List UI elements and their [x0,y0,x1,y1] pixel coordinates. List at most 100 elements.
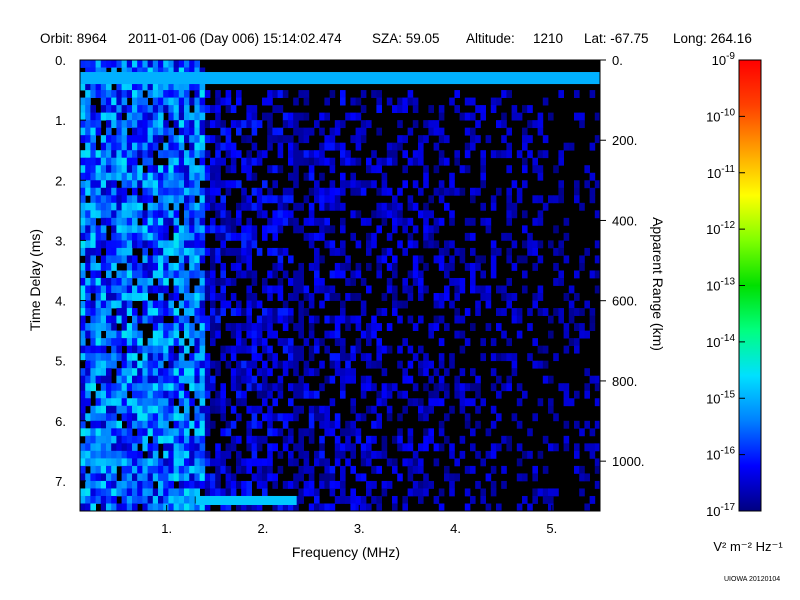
heatmap-cell [407,127,414,136]
heatmap-cell [371,150,377,159]
heatmap-cell [262,360,268,369]
heatmap-cell [267,120,273,129]
heatmap-cell [189,450,195,459]
heatmap-cell [173,240,180,249]
heatmap-cell [142,277,148,286]
heatmap-cell [470,495,476,504]
heatmap-cell [111,315,117,324]
heatmap-cell [511,112,518,121]
heatmap-cell [80,428,86,437]
heatmap-cell [350,398,356,407]
heatmap-cell [100,375,107,384]
heatmap-cell [282,247,289,256]
heatmap-cell [215,105,221,114]
heatmap-cell [158,308,164,316]
heatmap-cell [381,217,388,226]
heatmap-cell [319,157,325,166]
heatmap-cell [355,112,362,121]
heatmap-cell [204,120,211,129]
heatmap-cell [85,210,91,219]
heatmap-cell [267,405,273,414]
heatmap-cell [90,262,96,271]
heatmap-cell [121,330,128,339]
heatmap-cell [152,315,159,324]
heatmap-cell [106,375,112,384]
heatmap-cell [267,165,273,174]
heatmap-cell [168,135,174,144]
heatmap-cell [485,428,492,437]
heatmap-cell [199,330,206,339]
heatmap-cell [324,293,330,301]
heatmap-cell [152,405,159,414]
heatmap-cell [272,262,278,271]
heatmap-cell [548,398,554,407]
heatmap-cell [277,413,284,422]
heatmap-cell [225,480,232,489]
heatmap-cell [251,172,258,181]
heatmap-cell [152,465,159,474]
heatmap-cell [558,240,564,249]
heatmap-cell [553,225,559,234]
heatmap-cell [397,345,403,354]
heatmap-cell [168,142,174,151]
heatmap-cell [589,90,596,98]
heatmap-cell [470,323,476,331]
heatmap-cell [298,390,304,399]
heatmap-cell [464,262,471,271]
heatmap-cell [199,465,206,474]
heatmap-cell [314,120,320,129]
heatmap-cell [111,97,117,106]
heatmap-cell [220,300,226,309]
heatmap-cell [163,105,169,114]
heatmap-cell [282,338,289,347]
heatmap-cell [418,142,424,151]
heatmap-cell [210,323,216,331]
heatmap-cell [158,277,164,286]
heatmap-cell [423,210,429,219]
heatmap-cell [121,398,128,407]
heatmap-cell [90,232,96,241]
heatmap-cell [194,450,200,459]
heatmap-cell [574,293,580,301]
heatmap-cell [324,187,330,196]
heatmap-cell [256,202,263,211]
heatmap-cell [121,97,128,106]
colorbar-tick-label: 10-15 [706,389,735,406]
heatmap-cell [376,390,382,399]
heatmap-cell [116,338,122,347]
heatmap-cell [90,135,96,144]
heatmap-cell [126,293,133,301]
heatmap-cell [236,360,242,369]
heatmap-cell [350,270,356,279]
heatmap-cell [137,375,143,384]
heatmap-cell [137,345,143,354]
heatmap-cell [90,157,96,166]
heatmap-cell [308,127,315,136]
heatmap-cell [490,443,497,452]
heatmap-cell [407,270,414,279]
heatmap-cell [366,180,372,189]
heatmap-cell [152,120,159,129]
heatmap-cell [438,353,445,362]
heatmap-cell [444,135,450,144]
heatmap-cell [215,405,221,414]
heatmap-cell [350,112,356,121]
heatmap-cell [272,127,278,136]
heatmap-cell [158,262,164,271]
heatmap-cell [173,180,180,189]
heatmap-cell [282,420,289,429]
heatmap-cell [402,225,408,234]
heatmap-cell [194,330,200,339]
heatmap-cell [464,465,471,474]
heatmap-cell [132,345,138,354]
heatmap-cell [106,443,112,452]
heatmap-cell [194,345,200,354]
heatmap-cell [85,202,91,211]
heatmap-cell [132,473,138,482]
heatmap-cell [173,413,180,422]
heatmap-cell [293,390,299,399]
heatmap-cell [215,187,221,196]
heatmap-cell [579,120,585,129]
heatmap-cell [100,503,107,511]
heatmap-cell [111,413,117,422]
